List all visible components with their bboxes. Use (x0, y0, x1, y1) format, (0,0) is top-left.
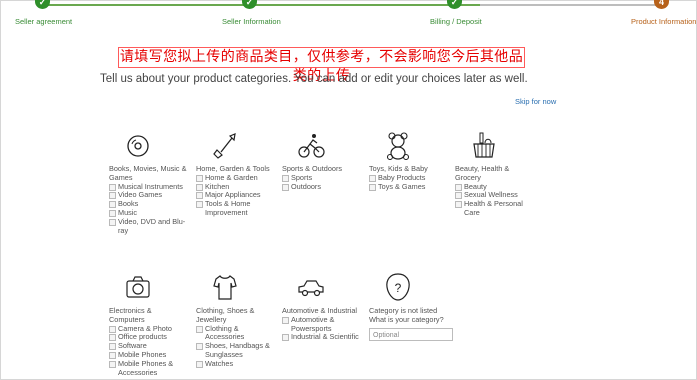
category-automotive-industrial: Automotive & Industrial Automotive & Pow… (282, 272, 362, 342)
category-question-label: What is your category? (369, 314, 444, 324)
step-label-seller-agreement[interactable]: Seller agreement (15, 17, 72, 26)
checkbox-mobile-phones-accessories[interactable]: Mobile Phones & Accessories (109, 359, 189, 378)
category-home-garden-tools: Home, Garden & Tools Home & Garden Kitch… (196, 130, 276, 218)
checkbox-clothing-accessories[interactable]: Clothing & Accessories (196, 324, 276, 343)
checkbox[interactable] (369, 183, 376, 191)
checkbox[interactable] (455, 201, 462, 209)
car-icon (298, 280, 324, 297)
svg-text:?: ? (395, 281, 402, 295)
checkbox-industrial-scientific[interactable]: Industrial & Scientific (282, 333, 362, 342)
checkbox[interactable] (109, 183, 116, 191)
checkbox[interactable] (109, 209, 116, 217)
checkbox[interactable] (369, 174, 376, 182)
category-title: Beauty, Health & Grocery (455, 164, 510, 182)
checkbox-outdoors[interactable]: Outdoors (282, 182, 362, 192)
category-books-movies-music-games: Books, Movies, Music & Games Musical Ins… (109, 130, 189, 235)
question-icon: ? (386, 273, 410, 301)
checkbox[interactable] (282, 174, 289, 182)
category-title: Electronics & Computers (109, 306, 152, 324)
checkbox[interactable] (109, 334, 116, 342)
skip-for-now-link[interactable]: Skip for now (515, 97, 556, 106)
category-clothing-shoes-jewellery: Clothing, Shoes & Jewellery Clothing & A… (196, 272, 276, 369)
checkbox[interactable] (109, 360, 116, 368)
category-not-listed: ? Category is not listed What is your ca… (369, 272, 461, 341)
checkbox[interactable] (109, 192, 116, 200)
category-title: Clothing, Shoes & Jewellery (196, 306, 255, 324)
checkbox-toys-games[interactable]: Toys & Games (369, 182, 449, 192)
checkbox[interactable] (109, 325, 116, 333)
progress-track-done (40, 4, 480, 6)
checkbox[interactable] (109, 343, 116, 351)
checkbox[interactable] (196, 192, 203, 200)
category-toys-kids-baby: Toys, Kids & Baby Baby Products Toys & G… (369, 130, 449, 191)
checkbox-watches[interactable]: Watches (196, 359, 276, 369)
checkbox[interactable] (196, 201, 203, 209)
checkbox[interactable] (196, 343, 203, 351)
cd-icon (127, 135, 149, 157)
checkbox[interactable] (196, 174, 203, 182)
checkbox[interactable] (282, 316, 289, 324)
step-label-seller-information[interactable]: Seller Information (222, 17, 281, 26)
checkbox[interactable] (109, 351, 116, 359)
checkbox[interactable] (282, 183, 289, 191)
checkbox-tools-home-improvement[interactable]: Tools & Home Improvement (196, 199, 276, 218)
checkbox[interactable] (282, 334, 289, 342)
checkbox[interactable] (196, 360, 203, 368)
shirt-icon (213, 275, 237, 300)
annotation-banner: 请填写您拟上传的商品类目，仅供参考，不会影响您今后其他品类的上传 (118, 47, 525, 84)
checkbox[interactable] (109, 218, 116, 226)
checkbox[interactable] (109, 201, 116, 209)
category-input[interactable]: Optional (369, 327, 453, 341)
intro-text: Tell us about your product categories. Y… (100, 73, 528, 85)
category-title: Books, Movies, Music & Games (109, 164, 187, 182)
progress-track-remaining (480, 4, 660, 6)
checkbox-video-dvd-bluray[interactable]: Video, DVD and Blu-ray (109, 217, 189, 236)
checkbox[interactable] (455, 183, 462, 191)
checkbox-health-personal-care[interactable]: Health & Personal Care (455, 199, 535, 218)
shovel-icon (213, 133, 236, 159)
category-electronics-computers: Electronics & Computers Camera & Photo O… (109, 272, 189, 377)
basket-icon (473, 132, 495, 158)
category-sports-outdoors: Sports & Outdoors Sports Outdoors (282, 130, 362, 191)
checkbox-automotive-powersports[interactable]: Automotive & Powersports (282, 315, 362, 334)
checkbox[interactable] (196, 325, 203, 333)
cyclist-icon (298, 134, 325, 158)
category-beauty-health-grocery: Beauty, Health & Grocery Beauty Sexual W… (455, 130, 535, 218)
teddy-bear-icon (386, 132, 410, 160)
camera-icon (126, 276, 150, 298)
step-label-billing-deposit[interactable]: Billing / Deposit (430, 17, 482, 26)
checkbox-shoes-handbags-sunglasses[interactable]: Shoes, Handbags & Sunglasses (196, 341, 276, 360)
step-label-product-information: Product Information (631, 17, 697, 26)
checkbox[interactable] (455, 192, 462, 200)
checkbox[interactable] (196, 183, 203, 191)
